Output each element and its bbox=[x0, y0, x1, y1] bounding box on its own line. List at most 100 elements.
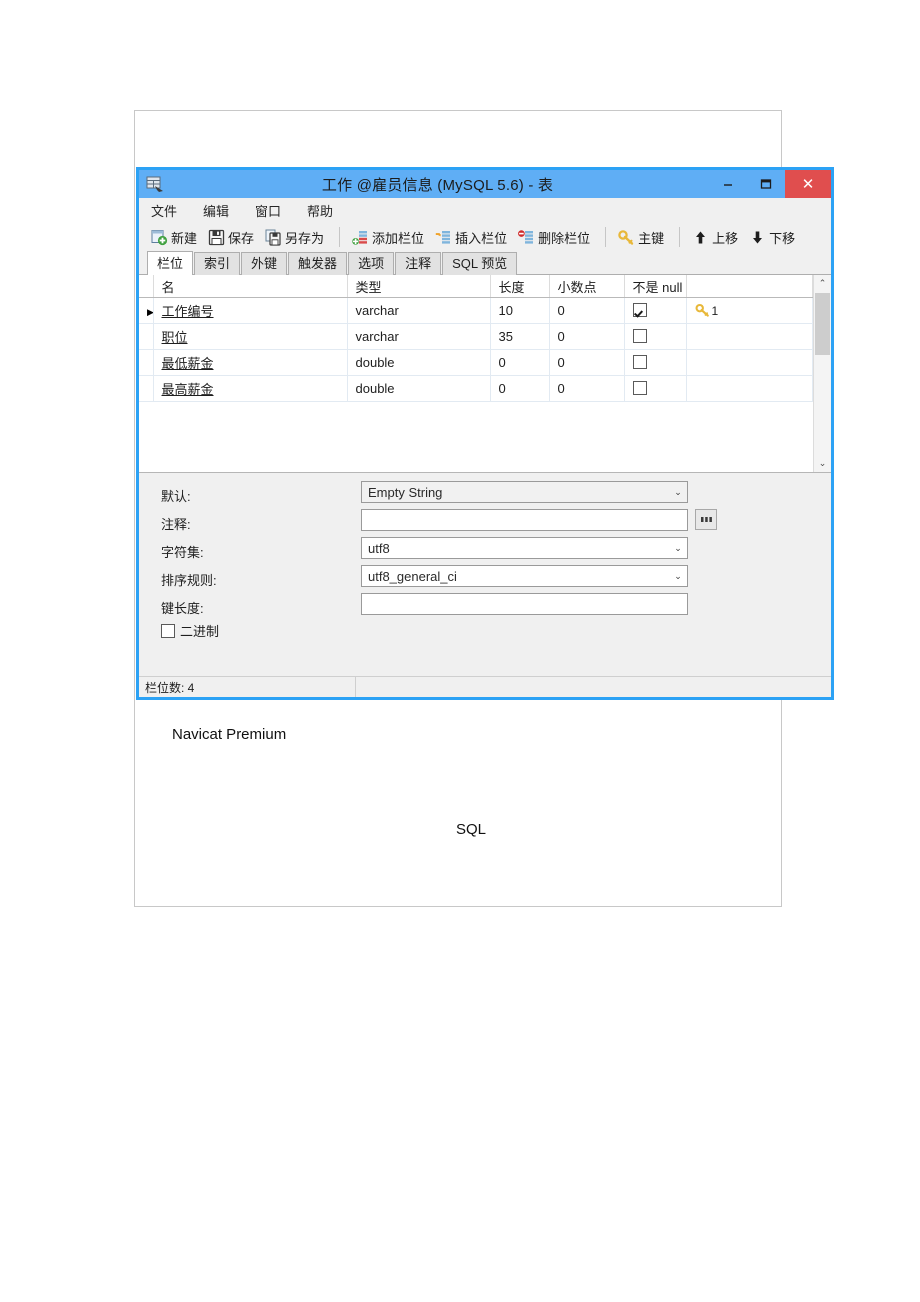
tab-fields[interactable]: 栏位 bbox=[147, 251, 194, 275]
maximize-button[interactable] bbox=[747, 170, 785, 198]
not-null-checkbox[interactable] bbox=[632, 303, 647, 317]
not-null-checkbox[interactable] bbox=[632, 381, 647, 395]
new-button[interactable]: 新建 bbox=[147, 224, 201, 250]
menu-item-help[interactable]: 帮助 bbox=[305, 200, 335, 221]
menu-item-edit[interactable]: 编辑 bbox=[201, 200, 231, 221]
cell-field-not-null[interactable] bbox=[624, 323, 687, 350]
arrow-up-icon bbox=[696, 231, 706, 243]
cell-field-decimals[interactable]: 0 bbox=[549, 349, 625, 376]
column-header-type[interactable]: 类型 bbox=[347, 275, 491, 298]
cell-field-name[interactable]: 工作编号 bbox=[153, 297, 348, 324]
cell-field-not-null[interactable] bbox=[624, 297, 687, 324]
column-header-marker bbox=[139, 275, 154, 298]
cell-field-type[interactable]: varchar bbox=[347, 323, 491, 350]
navicat-table-designer-window: 工作 @雇员信息 (MySQL 5.6) - 表 ✕ 文件 编辑 窗口 帮助 新… bbox=[136, 167, 834, 700]
comment-input[interactable] bbox=[361, 509, 688, 531]
tab-sql-preview[interactable]: SQL 预览 bbox=[442, 252, 518, 275]
row-selection-marker bbox=[139, 349, 154, 376]
binary-checkbox-row[interactable]: 二进制 bbox=[161, 621, 219, 640]
statusbar: 栏位数: 4 bbox=[139, 676, 831, 697]
cell-field-not-null[interactable] bbox=[624, 349, 687, 376]
tab-comment[interactable]: 注释 bbox=[395, 252, 442, 275]
cell-field-length[interactable]: 0 bbox=[490, 349, 550, 376]
column-header-key[interactable] bbox=[686, 275, 813, 298]
minimize-button[interactable] bbox=[709, 170, 747, 198]
tab-indexes[interactable]: 索引 bbox=[194, 252, 241, 275]
window-titlebar[interactable]: 工作 @雇员信息 (MySQL 5.6) - 表 ✕ bbox=[139, 170, 831, 198]
cell-field-key[interactable] bbox=[686, 375, 813, 402]
default-label: 默认: bbox=[161, 489, 191, 504]
table-row[interactable]: 最高薪金 double 0 0 bbox=[139, 375, 813, 402]
charset-combobox[interactable]: utf8 ⌄ bbox=[361, 537, 688, 559]
cell-field-key[interactable] bbox=[686, 323, 813, 350]
cell-field-type[interactable]: varchar bbox=[347, 297, 491, 324]
menu-item-window[interactable]: 窗口 bbox=[253, 200, 283, 221]
key-order-number: 1 bbox=[711, 303, 719, 318]
scroll-down-arrow-icon[interactable]: ⌄ bbox=[814, 455, 831, 472]
cell-field-type[interactable]: double bbox=[347, 349, 491, 376]
cell-field-decimals[interactable]: 0 bbox=[549, 297, 625, 324]
field-grid-scrollbar[interactable]: ⌃ ⌄ bbox=[813, 275, 831, 472]
cell-field-name[interactable]: 最低薪金 bbox=[153, 349, 348, 376]
current-row-arrow-icon: ▶ bbox=[147, 307, 152, 317]
scrollbar-thumb[interactable] bbox=[815, 293, 830, 355]
insert-field-icon bbox=[435, 230, 451, 244]
save-as-button[interactable]: 另存为 bbox=[261, 224, 328, 250]
cell-field-decimals[interactable]: 0 bbox=[549, 375, 625, 402]
comment-label: 注释: bbox=[161, 517, 191, 532]
delete-field-icon bbox=[518, 229, 534, 244]
arrow-down-icon bbox=[753, 231, 763, 243]
charset-value-text: utf8 bbox=[368, 540, 390, 556]
tab-options[interactable]: 选项 bbox=[348, 252, 395, 275]
cell-field-length[interactable]: 10 bbox=[490, 297, 550, 324]
column-header-name[interactable]: 名 bbox=[153, 275, 348, 298]
default-value-combobox[interactable]: Empty String ⌄ bbox=[361, 481, 688, 503]
cell-field-key[interactable]: 1 bbox=[686, 297, 813, 324]
add-field-button[interactable]: 添加栏位 bbox=[348, 224, 428, 250]
field-properties-panel: 默认: Empty String ⌄ 注释: 字符集: utf8 ⌄ 排序规则:… bbox=[139, 473, 831, 648]
binary-label: 二进制 bbox=[180, 624, 220, 639]
cell-field-key[interactable] bbox=[686, 349, 813, 376]
charset-label: 字符集: bbox=[161, 545, 204, 560]
save-button[interactable]: 保存 bbox=[204, 224, 258, 250]
primary-key-button[interactable]: 主键 bbox=[614, 224, 668, 250]
cell-field-length[interactable]: 0 bbox=[490, 375, 550, 402]
scroll-up-arrow-icon[interactable]: ⌃ bbox=[814, 275, 831, 292]
tab-foreign-keys[interactable]: 外键 bbox=[241, 252, 288, 275]
collation-value-text: utf8_general_ci bbox=[368, 568, 457, 584]
tab-triggers[interactable]: 触发器 bbox=[288, 252, 348, 275]
column-header-not-null[interactable]: 不是 null bbox=[624, 275, 687, 298]
tab-bar: 栏位 索引 外键 触发器 选项 注释 SQL 预览 bbox=[139, 251, 831, 275]
cell-field-type[interactable]: double bbox=[347, 375, 491, 402]
table-row[interactable]: 最低薪金 double 0 0 bbox=[139, 349, 813, 376]
not-null-checkbox[interactable] bbox=[632, 355, 647, 369]
move-down-button[interactable]: 下移 bbox=[745, 224, 799, 250]
table-row[interactable]: ▶ 工作编号 varchar 10 0 bbox=[139, 297, 813, 324]
insert-field-button[interactable]: 插入栏位 bbox=[431, 224, 511, 250]
binary-checkbox[interactable] bbox=[161, 623, 175, 638]
delete-field-button-label: 删除栏位 bbox=[538, 230, 591, 246]
move-up-button[interactable]: 上移 bbox=[688, 224, 742, 250]
add-field-button-label: 添加栏位 bbox=[372, 230, 425, 246]
table-row[interactable]: 职位 varchar 35 0 bbox=[139, 323, 813, 350]
primary-key-icon bbox=[694, 303, 709, 317]
menu-item-file[interactable]: 文件 bbox=[149, 200, 179, 221]
save-as-button-label: 另存为 bbox=[285, 230, 325, 246]
field-grid[interactable]: 名 类型 长度 小数点 不是 null ▶ 工作编号 varchar bbox=[139, 275, 813, 472]
cell-field-name[interactable]: 最高薪金 bbox=[153, 375, 348, 402]
not-null-checkbox[interactable] bbox=[632, 329, 647, 343]
document-paragraph-navicat-premium: Navicat Premium bbox=[172, 726, 287, 743]
cell-field-decimals[interactable]: 0 bbox=[549, 323, 625, 350]
close-button[interactable]: ✕ bbox=[785, 170, 831, 198]
column-header-length[interactable]: 长度 bbox=[490, 275, 550, 298]
new-button-label: 新建 bbox=[171, 230, 198, 246]
comment-editor-button[interactable] bbox=[695, 509, 717, 530]
cell-field-length[interactable]: 35 bbox=[490, 323, 550, 350]
collation-combobox[interactable]: utf8_general_ci ⌄ bbox=[361, 565, 688, 587]
column-header-decimals[interactable]: 小数点 bbox=[549, 275, 625, 298]
cell-field-not-null[interactable] bbox=[624, 375, 687, 402]
delete-field-button[interactable]: 删除栏位 bbox=[514, 224, 594, 250]
key-length-input[interactable] bbox=[361, 593, 688, 615]
cell-field-name[interactable]: 职位 bbox=[153, 323, 348, 350]
new-document-icon bbox=[151, 229, 168, 245]
